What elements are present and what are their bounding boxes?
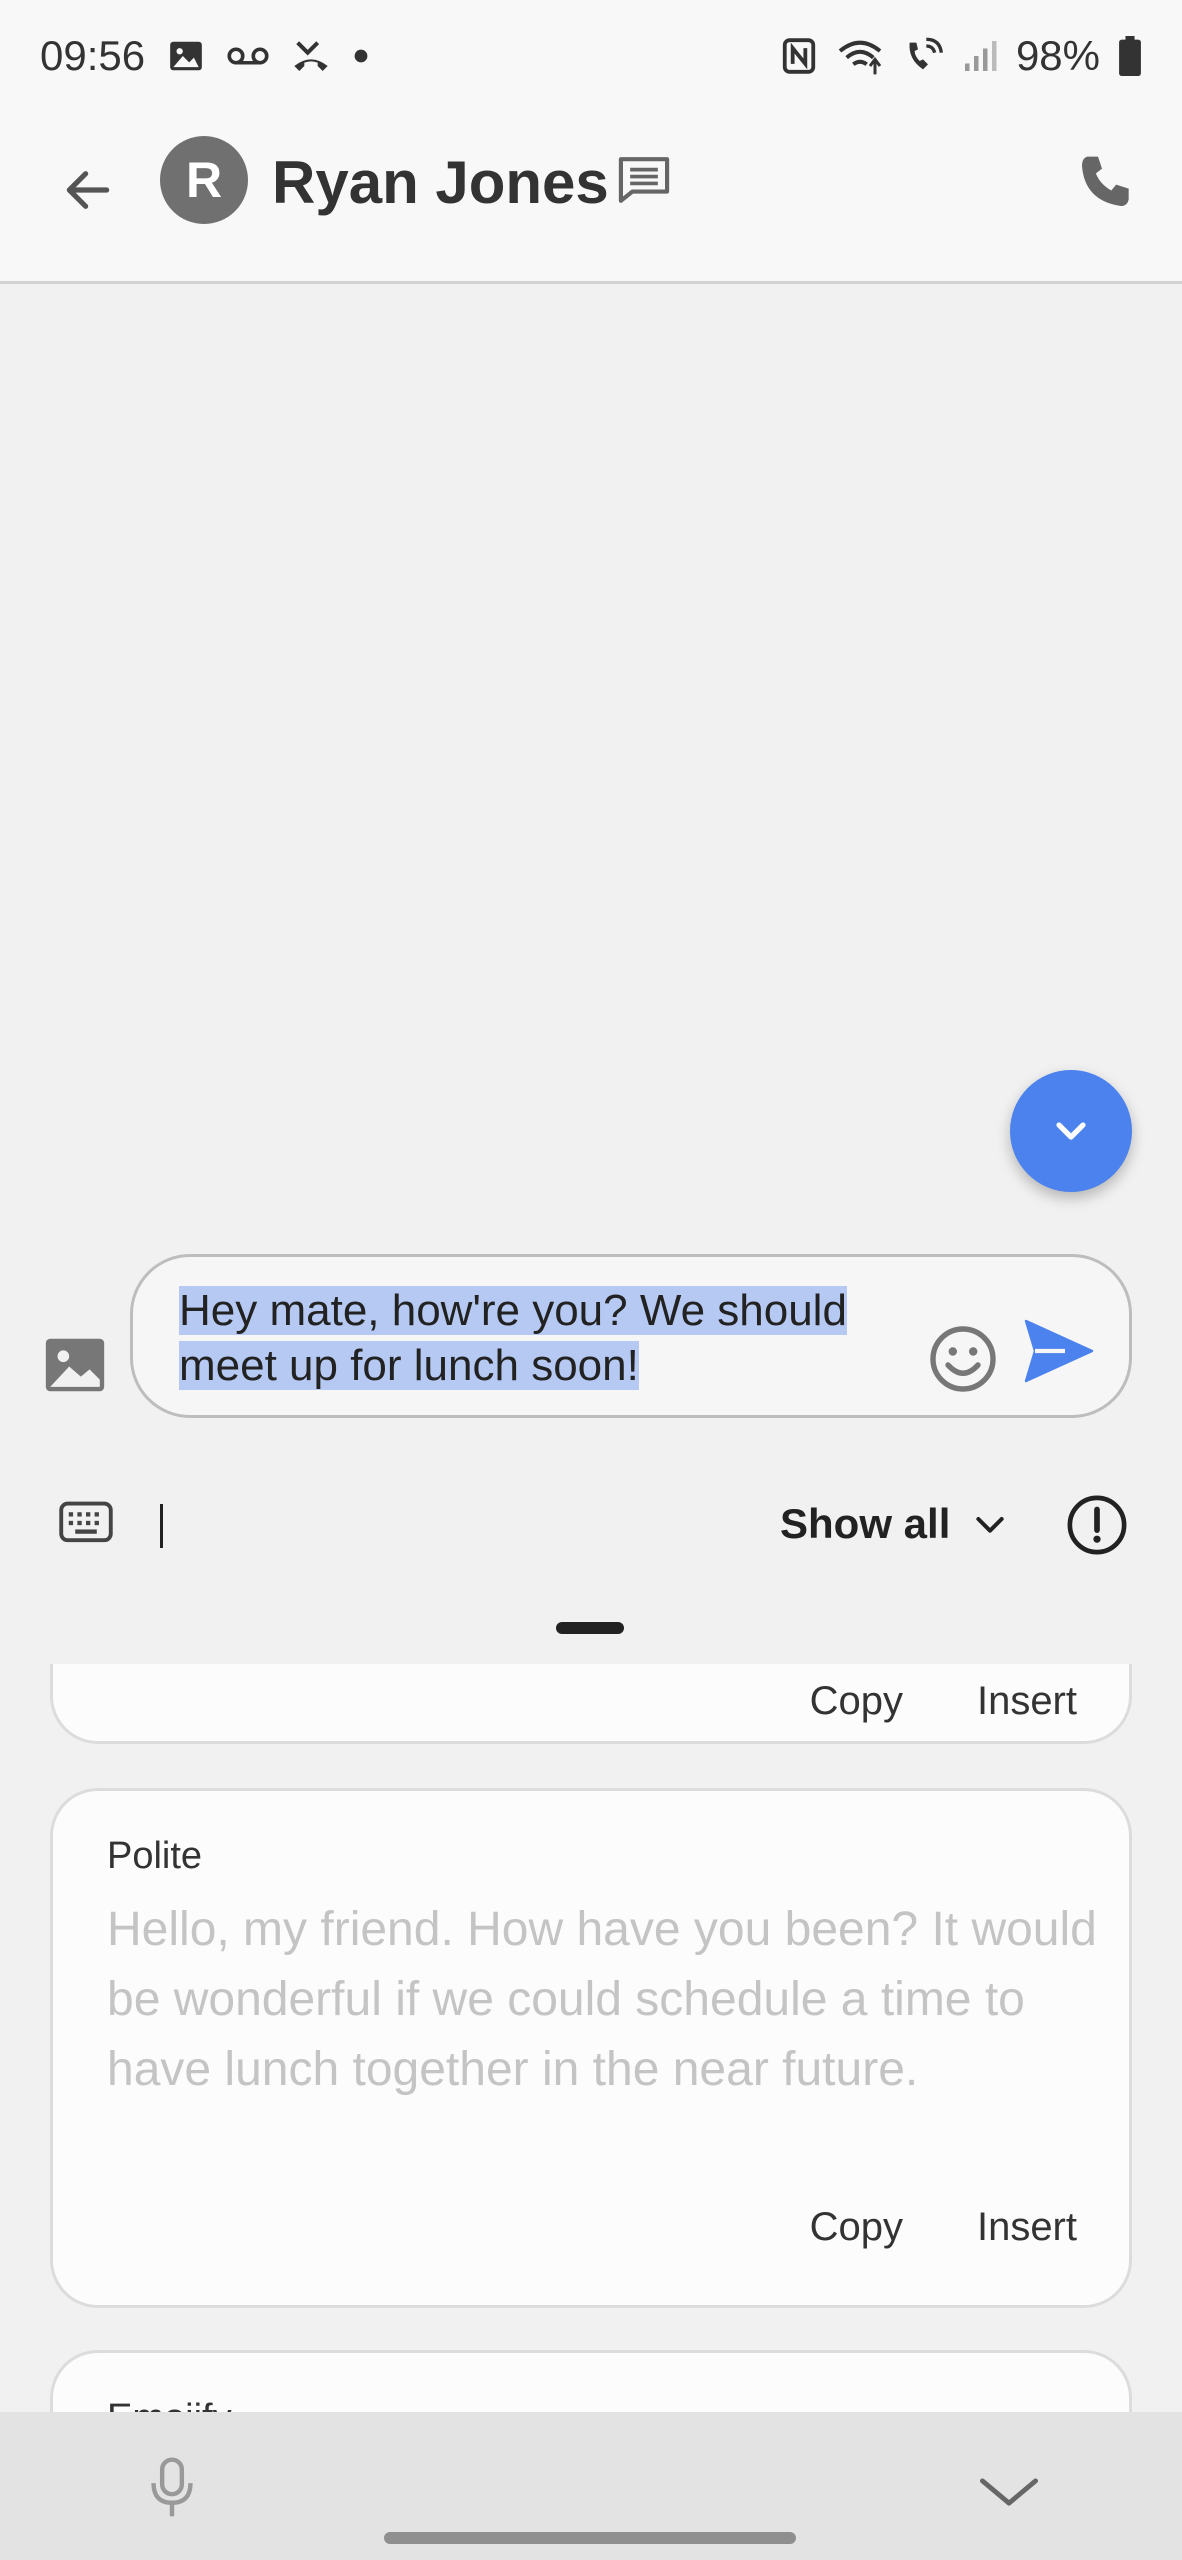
show-all-dropdown[interactable]: Show all bbox=[780, 1500, 1010, 1548]
back-arrow-icon bbox=[66, 171, 110, 209]
keyboard-toolbar: Show all bbox=[0, 1470, 1182, 1580]
phone-icon bbox=[1082, 156, 1129, 206]
suggestion-label: Polite bbox=[107, 1835, 203, 1877]
battery-icon bbox=[1119, 36, 1141, 76]
suggestion-card: Copy Insert bbox=[50, 1664, 1132, 1744]
copy-button[interactable]: Copy bbox=[810, 2205, 903, 2250]
call-button[interactable] bbox=[1074, 150, 1138, 219]
attach-media-button[interactable] bbox=[40, 1330, 110, 1405]
battery-percent: 98% bbox=[1015, 32, 1100, 79]
signal-icon bbox=[964, 41, 997, 71]
status-time: 09:56 bbox=[40, 32, 146, 79]
suggestion-label: Emojify bbox=[107, 2397, 232, 2412]
gallery-icon bbox=[170, 41, 202, 71]
contact-avatar[interactable]: R bbox=[160, 136, 248, 224]
status-bar: 09:56 98% bbox=[0, 0, 1182, 112]
wifi-icon bbox=[838, 40, 882, 75]
message-details-icon bbox=[618, 157, 670, 203]
panel-drag-handle[interactable] bbox=[556, 1622, 624, 1634]
scroll-to-bottom-button[interactable] bbox=[1010, 1070, 1132, 1192]
send-icon bbox=[1024, 1319, 1094, 1383]
wifi-calling-icon bbox=[909, 37, 943, 70]
keyboard-button[interactable] bbox=[58, 1498, 114, 1553]
missed-call-icon bbox=[294, 41, 328, 71]
suggestions-list[interactable]: Copy Insert Polite Hello, my friend. How… bbox=[0, 1664, 1182, 2412]
conversation-header: R Ryan Jones bbox=[0, 112, 1182, 284]
insert-button[interactable]: Insert bbox=[977, 2205, 1077, 2250]
suggestion-card-emojify: Emojify bbox=[50, 2350, 1132, 2412]
insert-button[interactable]: Insert bbox=[977, 1679, 1077, 1724]
suggestion-text: Hello, my friend. How have you been? It … bbox=[107, 1903, 1097, 2096]
keyboard-bottom-bar bbox=[0, 2412, 1182, 2560]
keyboard-icon bbox=[59, 1501, 113, 1543]
send-button[interactable] bbox=[1023, 1317, 1095, 1390]
avatar-initial: R bbox=[185, 152, 223, 208]
image-icon bbox=[45, 1338, 105, 1392]
nfc-icon bbox=[782, 38, 816, 74]
message-input[interactable]: Hey mate, how're you? We should meet up … bbox=[130, 1254, 1132, 1418]
copy-button[interactable]: Copy bbox=[810, 1679, 903, 1724]
chevron-down-icon bbox=[979, 2478, 1039, 2506]
emoji-icon bbox=[930, 1326, 996, 1392]
info-button[interactable] bbox=[1066, 1494, 1128, 1561]
message-text[interactable]: Hey mate, how're you? We should meet up … bbox=[179, 1283, 939, 1393]
hide-keyboard-button[interactable] bbox=[978, 2470, 1040, 2519]
back-button[interactable] bbox=[56, 152, 120, 228]
suggestion-card-polite: Polite Hello, my friend. How have you be… bbox=[50, 1788, 1132, 2308]
conversation-details-button[interactable] bbox=[614, 152, 674, 213]
chevron-down-icon bbox=[976, 1517, 1005, 1533]
dot-icon bbox=[354, 49, 368, 63]
selected-text: Hey mate, how're you? We should meet up … bbox=[179, 1286, 847, 1390]
info-icon bbox=[1067, 1495, 1127, 1555]
chevron-down-icon bbox=[1056, 1122, 1086, 1140]
show-all-label: Show all bbox=[780, 1500, 951, 1547]
voicemail-icon bbox=[227, 47, 269, 65]
home-indicator[interactable] bbox=[384, 2532, 796, 2544]
microphone-icon bbox=[151, 2457, 193, 2517]
contact-name[interactable]: Ryan Jones bbox=[272, 148, 609, 217]
voice-input-button[interactable] bbox=[146, 2456, 198, 2525]
emoji-button[interactable] bbox=[927, 1323, 999, 1400]
text-cursor bbox=[160, 1504, 163, 1548]
